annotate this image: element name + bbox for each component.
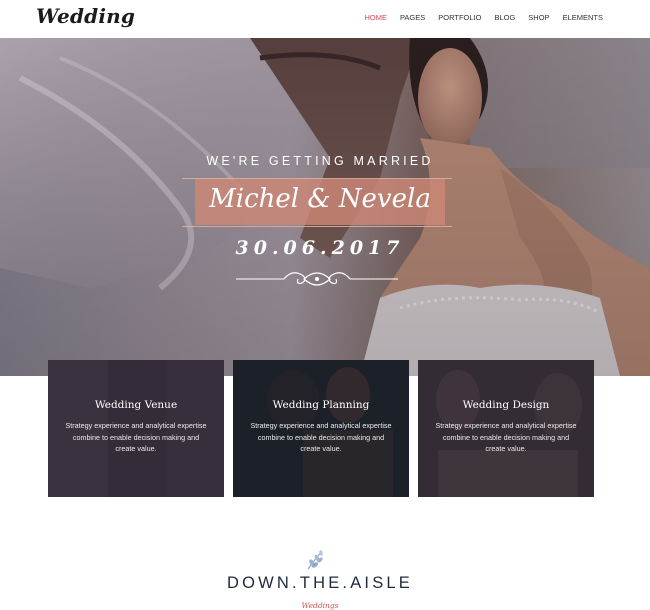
card-title: Wedding Venue <box>94 399 178 411</box>
nav-item-blog[interactable]: BLOG <box>494 13 515 22</box>
hero-banner: WE'RE GETTING MARRIED Michel & Nevela 30… <box>0 38 650 376</box>
service-card-design[interactable]: Wedding Design Strategy experience and a… <box>418 360 594 497</box>
site-header: Wedding HOME PAGES PORTFOLIO BLOG SHOP E… <box>0 0 650 38</box>
section-title: DOWN.THE.AISLE <box>227 574 413 592</box>
section-subtitle: Weddings <box>301 601 339 610</box>
service-card-venue[interactable]: Wedding Venue Strategy experience and an… <box>48 360 224 497</box>
card-title: Wedding Design <box>462 399 550 411</box>
nav-item-portfolio[interactable]: PORTFOLIO <box>438 13 481 22</box>
wedding-date: 30.06.2017 <box>235 237 405 259</box>
card-description: Strategy experience and analytical exper… <box>250 421 392 453</box>
nav-item-pages[interactable]: PAGES <box>400 13 425 22</box>
hero-tagline: WE'RE GETTING MARRIED <box>206 154 434 168</box>
couple-names: Michel & Nevela <box>209 184 431 214</box>
service-card-planning[interactable]: Wedding Planning Strategy experience and… <box>233 360 409 497</box>
card-title: Wedding Planning <box>272 399 370 411</box>
nav-item-elements[interactable]: ELEMENTS <box>563 13 603 22</box>
card-description: Strategy experience and analytical exper… <box>435 421 577 453</box>
leaf-ornament-icon <box>307 550 323 570</box>
flourish-ornament-icon <box>236 272 398 286</box>
site-logo[interactable]: Wedding <box>36 4 135 28</box>
card-description: Strategy experience and analytical exper… <box>65 421 207 453</box>
nav-item-home[interactable]: HOME <box>364 13 387 22</box>
divider-line <box>182 226 452 227</box>
nav-item-shop[interactable]: SHOP <box>528 13 549 22</box>
main-nav: HOME PAGES PORTFOLIO BLOG SHOP ELEMENTS <box>351 13 603 22</box>
